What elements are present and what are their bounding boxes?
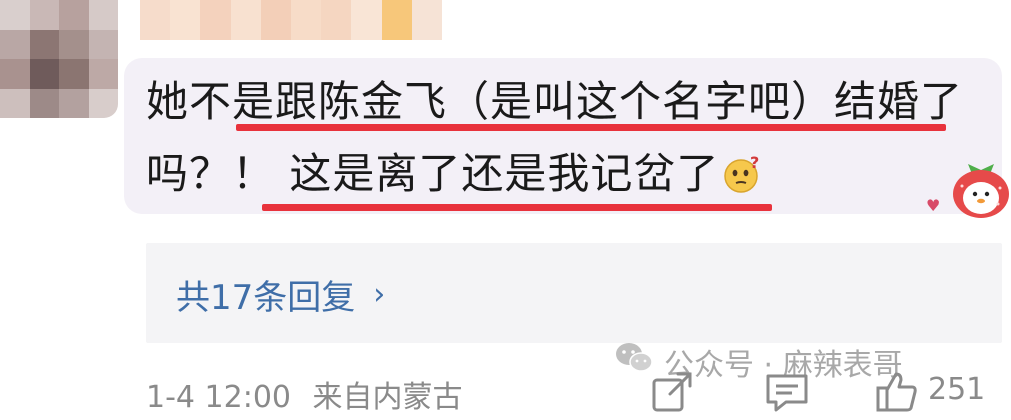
view-replies-link[interactable]: 共17条回复 › [176,270,385,319]
avatar-pixel [88,0,118,30]
nickname-pixel [291,0,322,40]
nickname-pixel [230,0,261,40]
avatar-pixel [0,88,30,118]
nickname-pixel [351,0,382,40]
share-icon[interactable] [650,370,694,418]
nickname-pixel [170,0,201,40]
nickname-pixel [140,0,171,40]
replies-count-label: 共17条回复 [176,278,356,318]
avatar-pixel [88,29,118,59]
svg-text:?: ? [750,154,760,172]
avatar-pixel [0,29,30,59]
comment-location: 来自内蒙古 [312,380,463,415]
heart-icon: ♥ [926,196,941,215]
nickname-pixel [200,0,231,40]
avatar-pixel [59,59,89,89]
username-blurred[interactable] [140,0,442,40]
avatar-pixel [29,29,59,59]
highlight-underline [262,204,772,211]
comment-line-2-text: 吗？！ 这是离了还是我记岔了 [146,149,720,198]
highlight-underline [236,124,946,131]
avatar[interactable] [0,0,118,118]
comment-line-2: 吗？！ 这是离了还是我记岔了? [146,138,976,210]
avatar-pixel [88,88,118,118]
avatar-pixel [29,0,59,30]
like-count: 251 [928,372,986,407]
nickname-pixel [381,0,412,40]
avatar-pixel [29,88,59,118]
nickname-pixel [260,0,291,40]
comment-time: 1-4 12:00 [146,380,291,415]
comment-text: 她不是跟陈金飞（是叫这个名字吧）结婚了 吗？！ 这是离了还是我记岔了? [146,66,976,210]
strawberry-sticker-icon[interactable] [948,156,1011,220]
comment-meta: 1-4 12:00 来自内蒙古 [146,372,463,416]
chevron-right-icon: › [373,277,386,312]
avatar-pixel [59,29,89,59]
avatar-pixel [59,88,89,118]
avatar-pixel [0,59,30,89]
thumbs-up-icon[interactable] [874,370,920,418]
avatar-pixel [29,59,59,89]
nickname-pixel [321,0,352,40]
nickname-pixel [411,0,442,40]
avatar-pixel [0,0,30,30]
thinking-face-icon: ? [723,144,763,193]
comment-icon[interactable] [764,370,810,418]
wechat-icon [614,341,654,383]
avatar-pixel [88,59,118,89]
avatar-pixel [59,0,89,30]
